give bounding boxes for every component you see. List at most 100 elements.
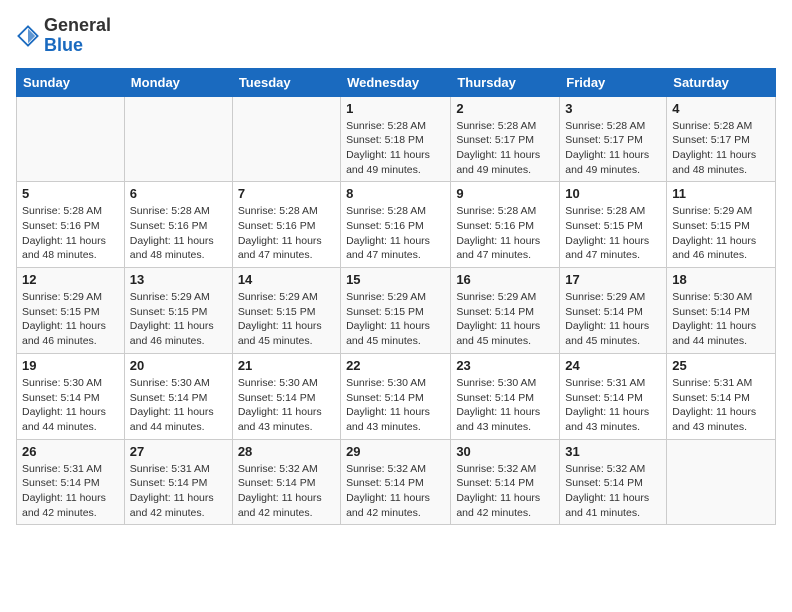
calendar-cell: 31Sunrise: 5:32 AM Sunset: 5:14 PM Dayli… (560, 439, 667, 525)
day-number: 18 (672, 272, 770, 287)
calendar-cell (17, 96, 125, 182)
calendar-cell: 14 Sunrise: 5:29 AM Sunset: 5:15 PM Dayli… (232, 268, 340, 354)
calendar-cell: 20Sunrise: 5:30 AM Sunset: 5:14 PM Dayli… (124, 353, 232, 439)
calendar-week-row: 1 Sunrise: 5:28 AM Sunset: 5:18 PM Daylig… (17, 96, 776, 182)
calendar-cell: 12 Sunrise: 5:29 AM Sunset: 5:15 PM Dayli… (17, 268, 125, 354)
weekday-header-row: SundayMondayTuesdayWednesdayThursdayFrid… (17, 68, 776, 96)
day-number: 16 (456, 272, 554, 287)
day-number: 21 (238, 358, 335, 373)
calendar-body: 1 Sunrise: 5:28 AM Sunset: 5:18 PM Daylig… (17, 96, 776, 525)
day-info: Sunrise: 5:28 AM Sunset: 5:16 PM Dayligh… (22, 204, 119, 263)
calendar-cell: 17 Sunrise: 5:29 AM Sunset: 5:14 PM Dayli… (560, 268, 667, 354)
calendar-table: SundayMondayTuesdayWednesdayThursdayFrid… (16, 68, 776, 526)
day-number: 1 (346, 101, 445, 116)
day-number: 24 (565, 358, 661, 373)
weekday-header-tuesday: Tuesday (232, 68, 340, 96)
day-number: 13 (130, 272, 227, 287)
day-number: 27 (130, 444, 227, 459)
day-info: Sunrise: 5:29 AM Sunset: 5:15 PM Dayligh… (22, 290, 119, 349)
day-number: 5 (22, 186, 119, 201)
day-info: Sunrise: 5:29 AM Sunset: 5:14 PM Dayligh… (565, 290, 661, 349)
calendar-cell (232, 96, 340, 182)
day-number: 2 (456, 101, 554, 116)
day-number: 10 (565, 186, 661, 201)
day-info: Sunrise: 5:29 AM Sunset: 5:15 PM Dayligh… (130, 290, 227, 349)
day-info: Sunrise: 5:29 AM Sunset: 5:15 PM Dayligh… (672, 204, 770, 263)
day-number: 25 (672, 358, 770, 373)
calendar-week-row: 19 Sunrise: 5:30 AM Sunset: 5:14 PM Dayli… (17, 353, 776, 439)
calendar-week-row: 5 Sunrise: 5:28 AM Sunset: 5:16 PM Daylig… (17, 182, 776, 268)
day-number: 14 (238, 272, 335, 287)
day-info: Sunrise: 5:31 AM Sunset: 5:14 PM Dayligh… (672, 376, 770, 435)
day-number: 11 (672, 186, 770, 201)
day-number: 6 (130, 186, 227, 201)
logo-icon (16, 24, 40, 48)
calendar-cell: 7 Sunrise: 5:28 AM Sunset: 5:16 PM Daylig… (232, 182, 340, 268)
day-number: 23 (456, 358, 554, 373)
day-number: 19 (22, 358, 119, 373)
day-number: 8 (346, 186, 445, 201)
day-info: Sunrise: 5:28 AM Sunset: 5:17 PM Dayligh… (565, 119, 661, 178)
day-number: 9 (456, 186, 554, 201)
calendar-cell: 24 Sunrise: 5:31 AM Sunset: 5:14 PM Dayli… (560, 353, 667, 439)
weekday-header-sunday: Sunday (17, 68, 125, 96)
weekday-header-saturday: Saturday (667, 68, 776, 96)
day-info: Sunrise: 5:30 AM Sunset: 5:14 PM Dayligh… (346, 376, 445, 435)
day-info: Sunrise: 5:31 AM Sunset: 5:14 PM Dayligh… (22, 462, 119, 521)
day-info: Sunrise: 5:28 AM Sunset: 5:16 PM Dayligh… (130, 204, 227, 263)
weekday-header-thursday: Thursday (451, 68, 560, 96)
day-number: 3 (565, 101, 661, 116)
day-info: Sunrise: 5:32 AM Sunset: 5:14 PM Dayligh… (456, 462, 554, 521)
calendar-cell: 1 Sunrise: 5:28 AM Sunset: 5:18 PM Daylig… (341, 96, 451, 182)
calendar-cell: 8 Sunrise: 5:28 AM Sunset: 5:16 PM Daylig… (341, 182, 451, 268)
day-number: 31 (565, 444, 661, 459)
calendar-cell: 26 Sunrise: 5:31 AM Sunset: 5:14 PM Dayli… (17, 439, 125, 525)
day-info: Sunrise: 5:29 AM Sunset: 5:15 PM Dayligh… (238, 290, 335, 349)
calendar-cell: 3 Sunrise: 5:28 AM Sunset: 5:17 PM Daylig… (560, 96, 667, 182)
day-info: Sunrise: 5:32 AM Sunset: 5:14 PM Dayligh… (238, 462, 335, 521)
day-info: Sunrise: 5:31 AM Sunset: 5:14 PM Dayligh… (565, 376, 661, 435)
day-info: Sunrise: 5:28 AM Sunset: 5:16 PM Dayligh… (346, 204, 445, 263)
calendar-cell: 2Sunrise: 5:28 AM Sunset: 5:17 PM Daylig… (451, 96, 560, 182)
calendar-cell: 9 Sunrise: 5:28 AM Sunset: 5:16 PM Daylig… (451, 182, 560, 268)
calendar-cell: 13 Sunrise: 5:29 AM Sunset: 5:15 PM Dayli… (124, 268, 232, 354)
day-number: 15 (346, 272, 445, 287)
calendar-cell: 15 Sunrise: 5:29 AM Sunset: 5:15 PM Dayli… (341, 268, 451, 354)
day-number: 30 (456, 444, 554, 459)
calendar-cell (667, 439, 776, 525)
calendar-cell: 29Sunrise: 5:32 AM Sunset: 5:14 PM Dayli… (341, 439, 451, 525)
day-info: Sunrise: 5:28 AM Sunset: 5:16 PM Dayligh… (456, 204, 554, 263)
weekday-header-wednesday: Wednesday (341, 68, 451, 96)
calendar-cell: 6 Sunrise: 5:28 AM Sunset: 5:16 PM Daylig… (124, 182, 232, 268)
logo-text: General Blue (44, 16, 111, 56)
day-number: 7 (238, 186, 335, 201)
calendar-cell: 23 Sunrise: 5:30 AM Sunset: 5:14 PM Dayli… (451, 353, 560, 439)
day-number: 28 (238, 444, 335, 459)
day-info: Sunrise: 5:30 AM Sunset: 5:14 PM Dayligh… (22, 376, 119, 435)
calendar-cell: 10 Sunrise: 5:28 AM Sunset: 5:15 PM Dayli… (560, 182, 667, 268)
calendar-cell: 30 Sunrise: 5:32 AM Sunset: 5:14 PM Dayli… (451, 439, 560, 525)
day-info: Sunrise: 5:31 AM Sunset: 5:14 PM Dayligh… (130, 462, 227, 521)
calendar-cell: 5 Sunrise: 5:28 AM Sunset: 5:16 PM Daylig… (17, 182, 125, 268)
day-info: Sunrise: 5:28 AM Sunset: 5:15 PM Dayligh… (565, 204, 661, 263)
day-info: Sunrise: 5:30 AM Sunset: 5:14 PM Dayligh… (456, 376, 554, 435)
day-number: 17 (565, 272, 661, 287)
day-number: 12 (22, 272, 119, 287)
calendar-cell: 18Sunrise: 5:30 AM Sunset: 5:14 PM Dayli… (667, 268, 776, 354)
calendar-cell: 19 Sunrise: 5:30 AM Sunset: 5:14 PM Dayli… (17, 353, 125, 439)
day-number: 4 (672, 101, 770, 116)
day-info: Sunrise: 5:30 AM Sunset: 5:14 PM Dayligh… (238, 376, 335, 435)
calendar-cell (124, 96, 232, 182)
day-info: Sunrise: 5:28 AM Sunset: 5:16 PM Dayligh… (238, 204, 335, 263)
calendar-cell: 11 Sunrise: 5:29 AM Sunset: 5:15 PM Dayli… (667, 182, 776, 268)
weekday-header-friday: Friday (560, 68, 667, 96)
day-info: Sunrise: 5:28 AM Sunset: 5:18 PM Dayligh… (346, 119, 445, 178)
calendar-week-row: 12 Sunrise: 5:29 AM Sunset: 5:15 PM Dayli… (17, 268, 776, 354)
page-header: General Blue (16, 16, 776, 56)
day-number: 26 (22, 444, 119, 459)
day-info: Sunrise: 5:29 AM Sunset: 5:15 PM Dayligh… (346, 290, 445, 349)
day-number: 20 (130, 358, 227, 373)
calendar-cell: 4Sunrise: 5:28 AM Sunset: 5:17 PM Daylig… (667, 96, 776, 182)
calendar-cell: 25 Sunrise: 5:31 AM Sunset: 5:14 PM Dayli… (667, 353, 776, 439)
weekday-header-monday: Monday (124, 68, 232, 96)
